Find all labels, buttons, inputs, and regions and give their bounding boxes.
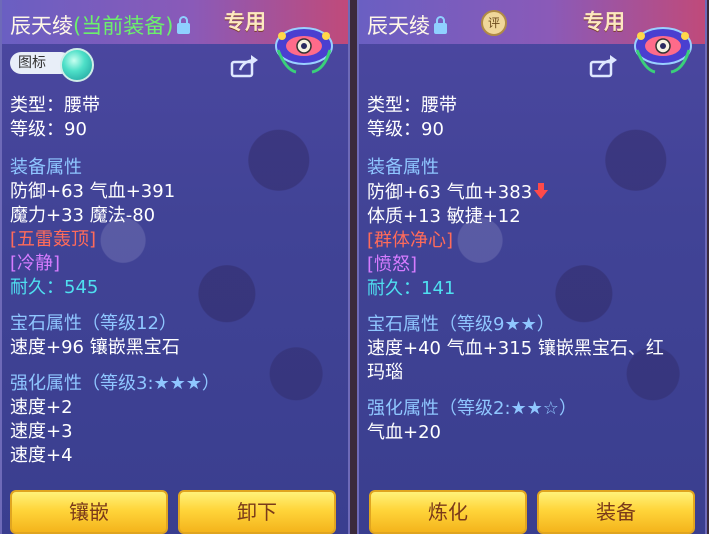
equip-attr-header: 装备属性 bbox=[367, 157, 439, 178]
enhance-attr-header: 强化属性（等级2:★★☆） bbox=[367, 398, 577, 419]
type-line: 类型：腰带 bbox=[10, 95, 100, 116]
enhance-line-1: 气血+20 bbox=[367, 422, 441, 443]
equip-attr-header: 装备属性 bbox=[10, 157, 82, 178]
durability: 耐久：141 bbox=[367, 278, 456, 299]
icon-tag[interactable]: 图标 bbox=[10, 48, 94, 82]
attr-line-1: 防御+63 气血+391 bbox=[10, 181, 176, 202]
gem-attr-line-2: 玛瑙 bbox=[367, 362, 403, 383]
durability: 耐久：545 bbox=[10, 277, 99, 298]
special-skill: [五雷轰顶] bbox=[10, 229, 97, 250]
item-tooltip-current: 辰天绫(当前装备) 专用 图标 类型：腰带 等级：90 装备属性 防御+63 气… bbox=[0, 0, 350, 534]
sash-item-icon bbox=[275, 27, 333, 74]
share-icon[interactable] bbox=[589, 54, 619, 78]
equip-button[interactable]: 装备 bbox=[537, 490, 695, 534]
item-title: 辰天绫(当前装备) bbox=[10, 10, 191, 40]
item-title: 辰天绫 bbox=[367, 10, 447, 40]
attr-line-2: 体质+13 敏捷+12 bbox=[367, 206, 521, 227]
orb-icon bbox=[60, 48, 94, 82]
down-arrow-icon bbox=[534, 183, 549, 199]
icon-tag-label: 图标 bbox=[18, 55, 46, 71]
inlay-button[interactable]: 镶嵌 bbox=[10, 490, 168, 534]
enhance-line-3: 速度+4 bbox=[10, 445, 73, 466]
attr-line-1: 防御+63 气血+383 bbox=[367, 180, 697, 205]
gem-attr-line: 速度+96 镶嵌黑宝石 bbox=[10, 337, 180, 358]
unequip-button[interactable]: 卸下 bbox=[178, 490, 336, 534]
enhance-line-2: 速度+3 bbox=[10, 421, 73, 442]
gem-attr-line-1: 速度+40 气血+315 镶嵌黑宝石、红 bbox=[367, 338, 664, 359]
item-name: 辰天绫 bbox=[367, 14, 430, 38]
equipped-label: (当前装备) bbox=[73, 14, 174, 38]
attribute-list: 类型：腰带 等级：90 装备属性 防御+63 气血+383 体质+13 敏捷+1… bbox=[367, 94, 697, 486]
special-effect: [愤怒] bbox=[367, 254, 418, 275]
enhance-line-1: 速度+2 bbox=[10, 397, 73, 418]
item-name: 辰天绫 bbox=[10, 14, 73, 38]
share-icon[interactable] bbox=[230, 54, 260, 78]
refine-button[interactable]: 炼化 bbox=[369, 490, 527, 534]
level-line: 等级：90 bbox=[10, 119, 87, 140]
type-line: 类型：腰带 bbox=[367, 95, 457, 116]
lock-icon bbox=[177, 16, 191, 34]
exclusive-label: 专用 bbox=[224, 10, 266, 34]
gem-attr-header: 宝石属性（等级9★★） bbox=[367, 314, 555, 335]
attr-line-1-text: 防御+63 气血+383 bbox=[367, 182, 533, 203]
special-skill: [群体净心] bbox=[367, 230, 454, 251]
lock-icon bbox=[434, 16, 447, 34]
gem-attr-header: 宝石属性（等级12） bbox=[10, 313, 177, 334]
special-effect: [冷静] bbox=[10, 253, 61, 274]
level-line: 等级：90 bbox=[367, 119, 444, 140]
enhance-attr-header: 强化属性（等级3:★★★） bbox=[10, 373, 220, 394]
sash-item-icon bbox=[634, 27, 692, 74]
attr-line-2: 魔力+33 魔法-80 bbox=[10, 205, 156, 226]
attribute-list: 类型：腰带 等级：90 装备属性 防御+63 气血+391 魔力+33 魔法-8… bbox=[10, 94, 340, 486]
item-tooltip-compare: 辰天绫 评 专用 类型：腰带 等级：90 装备属性 防御+63 气血+383 体… bbox=[357, 0, 707, 534]
exclusive-label: 专用 bbox=[583, 10, 625, 34]
rate-badge[interactable]: 评 bbox=[481, 10, 507, 36]
